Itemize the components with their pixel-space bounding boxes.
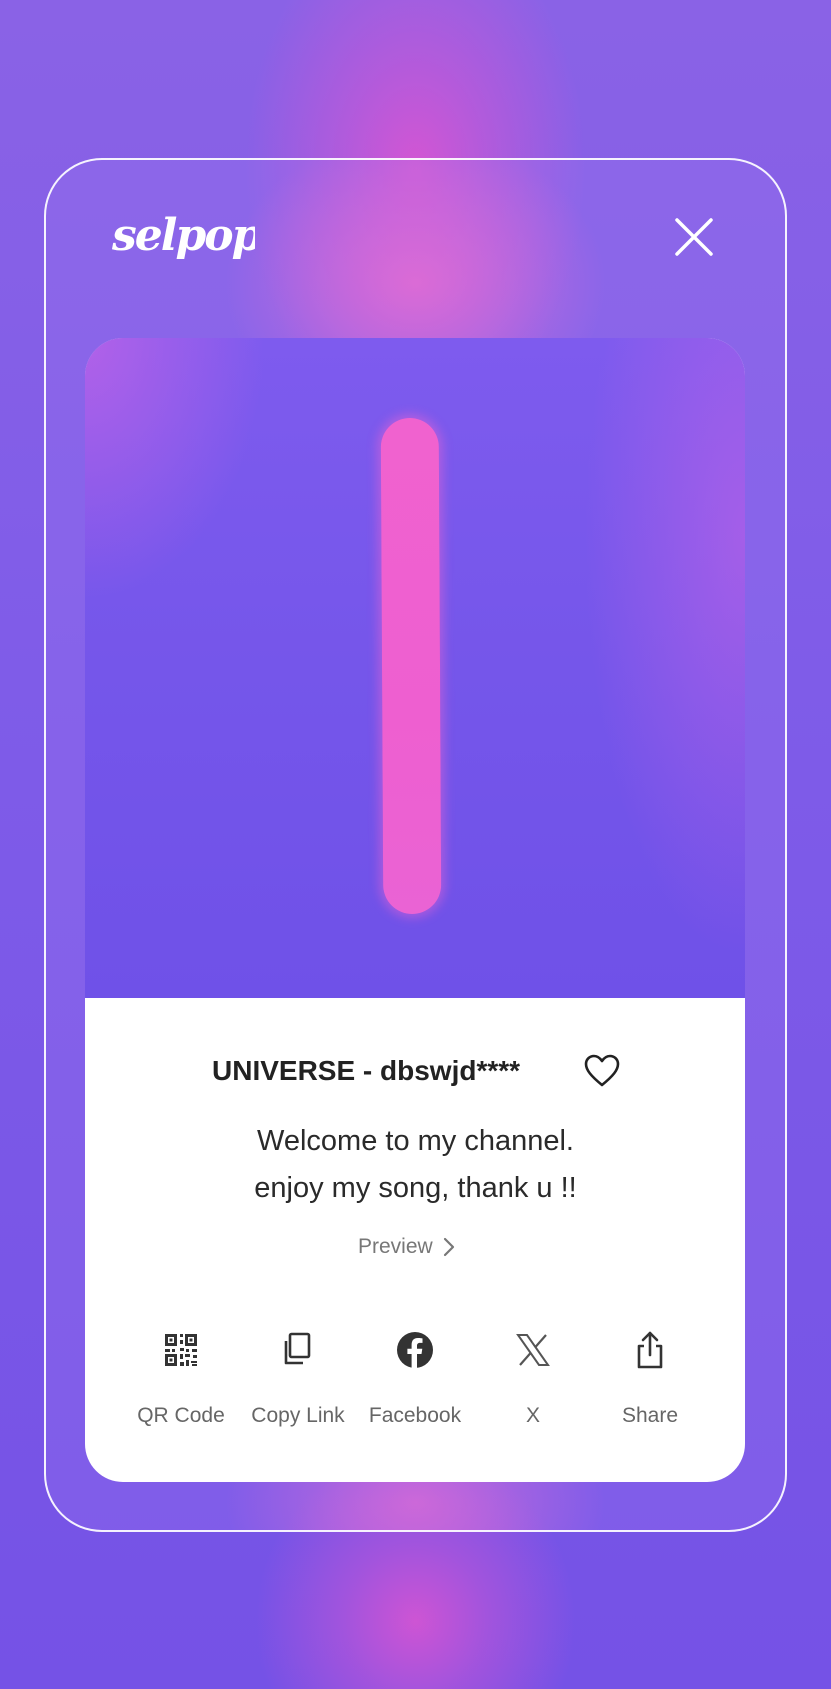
preview-link[interactable]: Preview: [358, 1230, 455, 1264]
favorite-button[interactable]: [583, 1052, 621, 1090]
description-line-2: enjoy my song, thank u !!: [254, 1172, 577, 1204]
qr-code-icon: [165, 1334, 197, 1366]
close-button[interactable]: [670, 213, 718, 261]
share-qr-code-button[interactable]: QR Code: [121, 1328, 241, 1438]
preview-label: Preview: [358, 1235, 433, 1258]
close-icon: [675, 218, 713, 256]
track-description: Welcome to my channel. enjoy my song, th…: [0, 1118, 831, 1212]
album-cover: [85, 338, 745, 998]
svg-text:selpop: selpop: [111, 210, 255, 261]
copy-icon: [284, 1332, 311, 1365]
share-option-label: Facebook: [368, 1404, 462, 1427]
heart-icon: [584, 1054, 620, 1087]
share-x-button[interactable]: X: [473, 1328, 593, 1438]
share-copy-link-button[interactable]: Copy Link: [238, 1328, 358, 1438]
share-option-label: Copy Link: [251, 1404, 345, 1427]
share-facebook-button[interactable]: Facebook: [355, 1328, 475, 1438]
chevron-right-icon: [443, 1237, 454, 1257]
facebook-icon: [397, 1332, 433, 1368]
share-option-label: Share: [621, 1404, 679, 1427]
x-logo-icon: [516, 1334, 550, 1366]
selpop-logo: selpop: [111, 210, 255, 261]
description-line-1: Welcome to my channel.: [257, 1125, 574, 1157]
track-card: [85, 338, 745, 1482]
share-options: QR Code Copy Link Facebook X Share: [0, 1328, 831, 1438]
track-title-row: UNIVERSE - dbswjd****: [0, 1050, 831, 1092]
share-option-label: X: [525, 1404, 540, 1427]
track-title: UNIVERSE - dbswjd****: [212, 1055, 521, 1086]
cover-artwork-bar: [380, 417, 442, 915]
share-option-label: QR Code: [137, 1404, 225, 1427]
share-icon: [637, 1331, 663, 1369]
share-more-button[interactable]: Share: [590, 1328, 710, 1438]
